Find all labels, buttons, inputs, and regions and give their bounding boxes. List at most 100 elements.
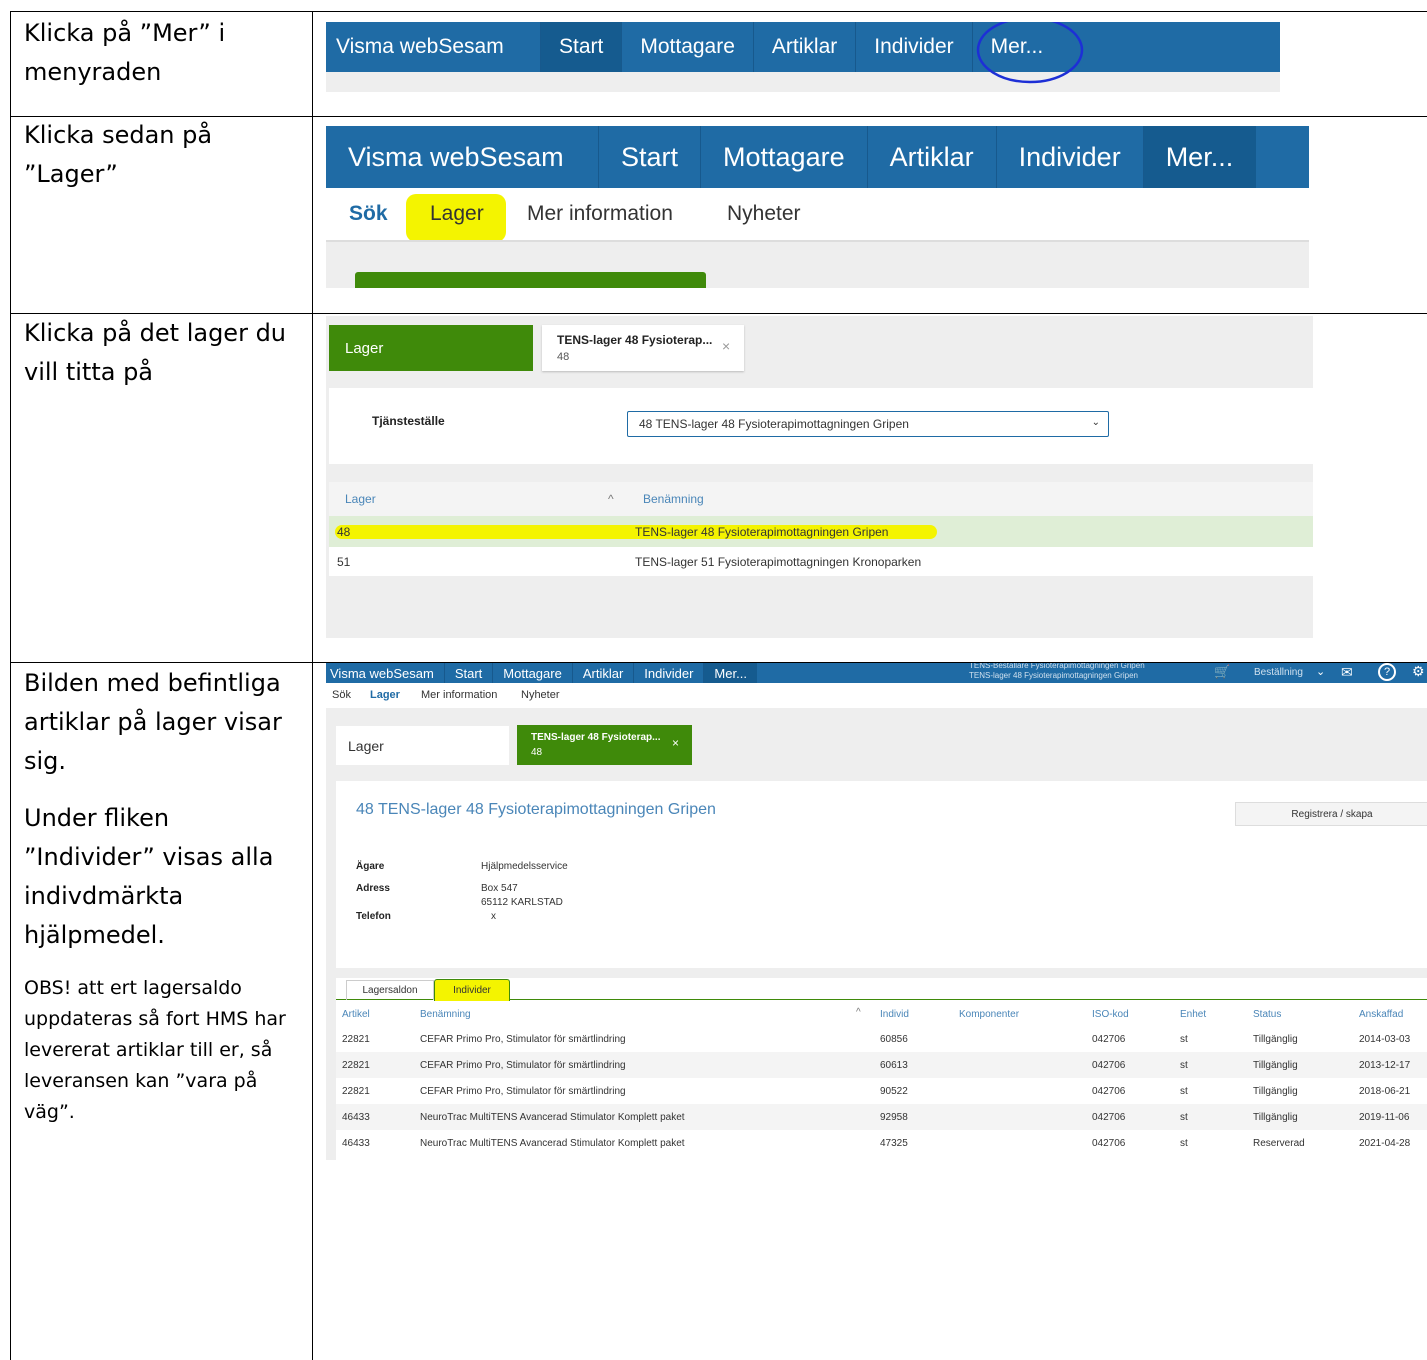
lager-button[interactable]: Lager <box>329 325 533 371</box>
cell-anskaffad: 2021-04-28 <box>1359 1138 1411 1149</box>
nav-individer[interactable]: Individer <box>995 126 1143 188</box>
cell-benamning: TENS-lager 48 Fysioterapimottagningen Gr… <box>635 525 889 539</box>
sort-icon[interactable]: ^ <box>608 492 614 506</box>
cell-lager: 48 <box>337 525 351 539</box>
lager-button[interactable]: Lager <box>336 726 509 765</box>
content-band <box>326 240 1309 288</box>
table-row[interactable]: 48 TENS-lager 48 Fysioterapimottagningen… <box>329 516 1313 547</box>
nav-artiklar[interactable]: Artiklar <box>866 126 996 188</box>
subnav-nyheter[interactable]: Nyheter <box>521 689 560 701</box>
lager-tab[interactable]: TENS-lager 48 Fysioterap... 48 × <box>542 325 744 371</box>
mail-icon[interactable]: ✉ <box>1341 664 1353 681</box>
cell-iso: 042706 <box>1092 1086 1126 1097</box>
chevron-down-icon[interactable]: ⌄ <box>1316 665 1325 678</box>
instruction-step-3: Klicka på det lager du vill titta på <box>24 319 287 386</box>
cell-lager: 51 <box>337 555 351 569</box>
cell-anskaffad: 2013-12-17 <box>1359 1060 1411 1071</box>
cell-artikel: 46433 <box>342 1112 370 1123</box>
cell-benamning: CEFAR Primo Pro, Stimulator för smärtlin… <box>420 1034 626 1045</box>
tab-lagersaldon[interactable]: Lagersaldon <box>346 980 434 1000</box>
subnav-mer-information[interactable]: Mer information <box>421 689 497 701</box>
cell-artikel: 46433 <box>342 1138 370 1149</box>
table-row[interactable]: 51 TENS-lager 51 Fysioterapimottagningen… <box>329 547 1313 576</box>
table-header: Lager ^ Benämning <box>329 482 1313 516</box>
subnav-sok[interactable]: Sök <box>349 202 388 226</box>
col-anskaffad[interactable]: Anskaffad <box>1359 1009 1403 1020</box>
filter-panel: Tjänsteställe 48 TENS-lager 48 Fysiotera… <box>329 388 1313 464</box>
nav-start[interactable]: Start <box>598 126 700 188</box>
individer-table-header: Artikel Benämning ^ Individ Komponenter … <box>336 1002 1427 1027</box>
table-border-middle <box>312 11 313 1360</box>
close-icon[interactable]: × <box>722 338 730 354</box>
subnav-sok[interactable]: Sök <box>332 689 351 701</box>
help-icon[interactable]: ? <box>1378 663 1396 681</box>
table-row[interactable]: 22821 CEFAR Primo Pro, Stimulator för smä… <box>336 1026 1427 1052</box>
cell-status: Reserverad <box>1253 1138 1305 1149</box>
col-iso-kod[interactable]: ISO-kod <box>1092 1009 1129 1020</box>
tjanstestalle-select[interactable]: 48 TENS-lager 48 Fysioterapimottagningen… <box>627 411 1109 437</box>
nav-mer[interactable]: Mer... <box>1142 126 1256 188</box>
subnav-mer-information[interactable]: Mer information <box>527 202 673 226</box>
lager-tab-active[interactable]: TENS-lager 48 Fysioterap... 48 × <box>517 725 692 765</box>
tab-individer[interactable]: Individer <box>434 979 510 1001</box>
cell-benamning: TENS-lager 51 Fysioterapimottagningen Kr… <box>635 555 922 569</box>
table-row[interactable]: 22821 CEFAR Primo Pro, Stimulator för smä… <box>336 1078 1427 1104</box>
nav-artiklar[interactable]: Artiklar <box>571 663 633 683</box>
cell-individ: 60856 <box>880 1034 908 1045</box>
nav-artiklar[interactable]: Artiklar <box>752 22 855 72</box>
col-benamning[interactable]: Benämning <box>643 492 704 506</box>
subnav-lager[interactable]: Lager <box>430 202 484 226</box>
close-icon[interactable]: × <box>672 736 679 750</box>
adress-line-2: 65112 KARLSTAD <box>481 897 563 908</box>
page-title: 48 TENS-lager 48 Fysioterapimottagningen… <box>356 801 716 818</box>
lager-button-partial[interactable] <box>355 272 706 288</box>
cell-individ: 92958 <box>880 1112 908 1123</box>
col-enhet[interactable]: Enhet <box>1180 1009 1206 1020</box>
nav-individer[interactable]: Individer <box>633 663 703 683</box>
gear-icon[interactable]: ⚙ <box>1412 663 1425 680</box>
tab-title: TENS-lager 48 Fysioterap... <box>557 333 713 347</box>
register-button[interactable]: Registrera / skapa <box>1235 802 1427 826</box>
nav-mottagare[interactable]: Mottagare <box>621 22 753 72</box>
cell-enhet: st <box>1180 1060 1188 1071</box>
table-border-top <box>10 11 1427 12</box>
subnav-nyheter[interactable]: Nyheter <box>727 202 801 226</box>
instruction-step-4: Bilden med befintliga artiklar på lager … <box>24 669 286 1123</box>
nav-individer[interactable]: Individer <box>855 22 971 72</box>
cell-iso: 042706 <box>1092 1112 1126 1123</box>
tabs-panel: Lagersaldon Individer Artikel Benämning … <box>336 978 1427 1160</box>
cell-artikel: 22821 <box>342 1060 370 1071</box>
table-border-left <box>10 11 11 1360</box>
cart-icon[interactable]: 🛒 <box>1214 664 1230 680</box>
cell-enhet: st <box>1180 1034 1188 1045</box>
cell-enhet: st <box>1180 1112 1188 1123</box>
cell-iso: 042706 <box>1092 1138 1126 1149</box>
col-komponenter[interactable]: Komponenter <box>959 1009 1019 1020</box>
nav-mottagare[interactable]: Mottagare <box>700 126 867 188</box>
col-individ[interactable]: Individ <box>880 1009 909 1020</box>
screenshot-lager-detail: Visma webSesam Start Mottagare Artiklar … <box>326 663 1427 1160</box>
cell-status: Tillgänglig <box>1253 1060 1298 1071</box>
table-row[interactable]: 22821 CEFAR Primo Pro, Stimulator för smä… <box>336 1052 1427 1078</box>
cell-individ: 60613 <box>880 1060 908 1071</box>
highlight-circle <box>976 22 1084 84</box>
nav-start[interactable]: Start <box>443 663 492 683</box>
col-lager[interactable]: Lager <box>345 492 376 506</box>
detail-panel: 48 TENS-lager 48 Fysioterapimottagningen… <box>336 781 1427 968</box>
cell-iso: 042706 <box>1092 1034 1126 1045</box>
subnav-lager[interactable]: Lager <box>370 689 400 701</box>
table-row[interactable]: 46433 NeuroTrac MultiTENS Avancerad Stimu… <box>336 1104 1427 1130</box>
top-nav-large: Visma webSesam Start Mottagare Artiklar … <box>326 126 1309 188</box>
brand-logo: Visma webSesam <box>330 665 434 681</box>
brand-logo: Visma webSesam <box>348 141 564 172</box>
col-status[interactable]: Status <box>1253 1009 1281 1020</box>
nav-mer[interactable]: Mer... <box>703 663 757 683</box>
sort-icon[interactable]: ^ <box>856 1007 861 1018</box>
nav-start[interactable]: Start <box>540 22 622 72</box>
col-artikel[interactable]: Artikel <box>342 1009 370 1020</box>
col-benamning[interactable]: Benämning <box>420 1009 471 1020</box>
bestallning-link[interactable]: Beställning <box>1254 667 1303 678</box>
table-row[interactable]: 46433 NeuroTrac MultiTENS Avancerad Stimu… <box>336 1130 1427 1156</box>
nav-mottagare[interactable]: Mottagare <box>492 663 572 683</box>
cell-individ: 47325 <box>880 1138 908 1149</box>
